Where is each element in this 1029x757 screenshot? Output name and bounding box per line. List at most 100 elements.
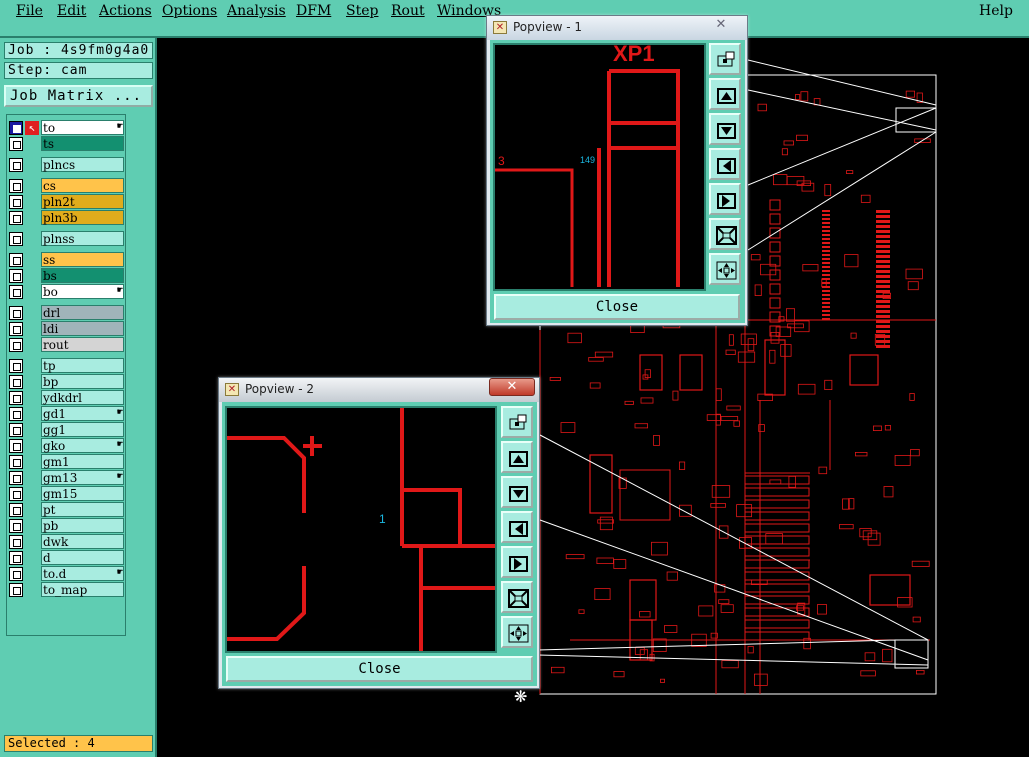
layer-checkbox[interactable] xyxy=(9,503,23,517)
menu-options[interactable]: Options xyxy=(162,3,217,19)
layer-name[interactable]: dwk xyxy=(41,534,124,549)
layer-row[interactable]: gm15 xyxy=(7,486,125,501)
layer-name[interactable]: drl xyxy=(41,305,124,320)
layer-row[interactable]: pln2t xyxy=(7,194,125,209)
menu-rout[interactable]: Rout xyxy=(391,3,425,19)
popview-2-pan-left-button[interactable] xyxy=(501,511,533,543)
layer-row[interactable]: cs xyxy=(7,178,125,193)
popview-1-pan-down-button[interactable] xyxy=(709,113,741,145)
layer-row[interactable]: drl xyxy=(7,305,125,320)
layer-row[interactable]: to.d ☛ xyxy=(7,566,125,581)
layer-row[interactable]: gd1 ☛ xyxy=(7,406,125,421)
layer-row[interactable]: pt xyxy=(7,502,125,517)
layer-name[interactable]: gko xyxy=(41,438,124,453)
popview-2-canvas[interactable]: 1 xyxy=(225,406,497,653)
layer-row[interactable]: plnss xyxy=(7,231,125,246)
layer-name[interactable]: bo xyxy=(41,284,124,299)
layer-row[interactable]: bs xyxy=(7,268,125,283)
layer-row[interactable]: bp xyxy=(7,374,125,389)
layer-checkbox[interactable] xyxy=(9,338,23,352)
layer-name[interactable]: ss xyxy=(41,252,124,267)
layer-name[interactable]: pln2t xyxy=(41,194,124,209)
layer-name[interactable]: d xyxy=(41,550,124,565)
layer-row[interactable]: plncs xyxy=(7,157,125,172)
layer-name[interactable]: to_map xyxy=(41,582,124,597)
layer-row[interactable]: ldi xyxy=(7,321,125,336)
layer-row[interactable]: ydkdrl xyxy=(7,390,125,405)
menu-file[interactable]: File xyxy=(16,3,43,19)
popview-2-zoom-out-button[interactable] xyxy=(501,616,533,648)
popview-1-close-button[interactable]: Close xyxy=(494,294,740,320)
layer-checkbox[interactable] xyxy=(9,359,23,373)
popview-1-zoom-out-button[interactable] xyxy=(709,253,741,285)
layer-checkbox[interactable] xyxy=(9,253,23,267)
layer-name[interactable]: tp xyxy=(41,358,124,373)
popview-1-canvas[interactable]: XP1 3 149 xyxy=(493,43,706,291)
layer-name[interactable]: pln3b xyxy=(41,210,124,225)
layer-name[interactable]: plncs xyxy=(41,157,124,172)
popview-1-zoom-in-button[interactable] xyxy=(709,218,741,250)
layer-name[interactable]: gg1 xyxy=(41,422,124,437)
layer-row[interactable]: gm13 ☛ xyxy=(7,470,125,485)
layer-checkbox[interactable] xyxy=(9,583,23,597)
layer-row[interactable]: tp xyxy=(7,358,125,373)
popview-2-close-button[interactable]: Close xyxy=(226,656,533,682)
layer-checkbox[interactable] xyxy=(9,439,23,453)
layer-checkbox[interactable] xyxy=(9,471,23,485)
layer-checkbox[interactable] xyxy=(9,487,23,501)
layer-name[interactable]: pb xyxy=(41,518,124,533)
popview-2-zoom-home-button[interactable] xyxy=(501,406,533,438)
layer-checkbox[interactable] xyxy=(9,375,23,389)
layer-checkbox[interactable] xyxy=(9,211,23,225)
popview-1-pan-left-button[interactable] xyxy=(709,148,741,180)
layer-name[interactable]: gm13 xyxy=(41,470,124,485)
popview-1-pan-right-button[interactable] xyxy=(709,183,741,215)
menu-actions[interactable]: Actions xyxy=(99,3,152,19)
layer-row[interactable]: gg1 xyxy=(7,422,125,437)
layer-row[interactable]: to_map xyxy=(7,582,125,597)
layer-row[interactable]: bo ☛ xyxy=(7,284,125,299)
layer-checkbox[interactable] xyxy=(9,423,23,437)
layer-checkbox[interactable] xyxy=(9,407,23,421)
layer-row[interactable]: ↖ to ☛ xyxy=(7,120,125,135)
menu-help[interactable]: Help xyxy=(979,3,1013,19)
layer-row[interactable]: ts xyxy=(7,136,125,151)
layer-checkbox[interactable] xyxy=(9,137,23,151)
layer-checkbox[interactable] xyxy=(9,535,23,549)
layer-checkbox[interactable] xyxy=(9,232,23,246)
popview-1-close-icon[interactable]: ✕ xyxy=(699,17,743,35)
layer-checkbox[interactable] xyxy=(9,269,23,283)
layer-name[interactable]: gd1 xyxy=(41,406,124,421)
layer-name[interactable]: pt xyxy=(41,502,124,517)
layer-name[interactable]: cs xyxy=(41,178,124,193)
layer-name[interactable]: ydkdrl xyxy=(41,390,124,405)
layer-checkbox[interactable] xyxy=(9,285,23,299)
layer-checkbox[interactable] xyxy=(9,179,23,193)
layer-name[interactable]: gm1 xyxy=(41,454,124,469)
layer-row[interactable]: ss xyxy=(7,252,125,267)
popview-2-pan-down-button[interactable] xyxy=(501,476,533,508)
popview-2-close-icon[interactable]: ✕ xyxy=(489,378,535,396)
layer-name[interactable]: ts xyxy=(41,136,124,151)
layer-row[interactable]: gko ☛ xyxy=(7,438,125,453)
layer-checkbox[interactable] xyxy=(9,455,23,469)
layer-name[interactable]: to xyxy=(41,120,124,135)
popview-2-pan-right-button[interactable] xyxy=(501,546,533,578)
layer-checkbox[interactable] xyxy=(9,567,23,581)
layer-checkbox[interactable] xyxy=(9,322,23,336)
menu-analysis[interactable]: Analysis xyxy=(227,3,286,19)
popview-2-pan-up-button[interactable] xyxy=(501,441,533,473)
layer-checkbox[interactable] xyxy=(9,519,23,533)
layer-checkbox[interactable] xyxy=(9,306,23,320)
layer-row[interactable]: dwk xyxy=(7,534,125,549)
popview-1-pan-up-button[interactable] xyxy=(709,78,741,110)
menu-dfm[interactable]: DFM xyxy=(296,3,331,19)
layer-name[interactable]: ldi xyxy=(41,321,124,336)
layer-row[interactable]: gm1 xyxy=(7,454,125,469)
popview-1-zoom-home-button[interactable] xyxy=(709,43,741,75)
layer-checkbox[interactable] xyxy=(9,158,23,172)
layer-checkbox[interactable] xyxy=(9,195,23,209)
layer-name[interactable]: plnss xyxy=(41,231,124,246)
layer-checkbox[interactable] xyxy=(9,121,23,135)
layer-row[interactable]: pb xyxy=(7,518,125,533)
